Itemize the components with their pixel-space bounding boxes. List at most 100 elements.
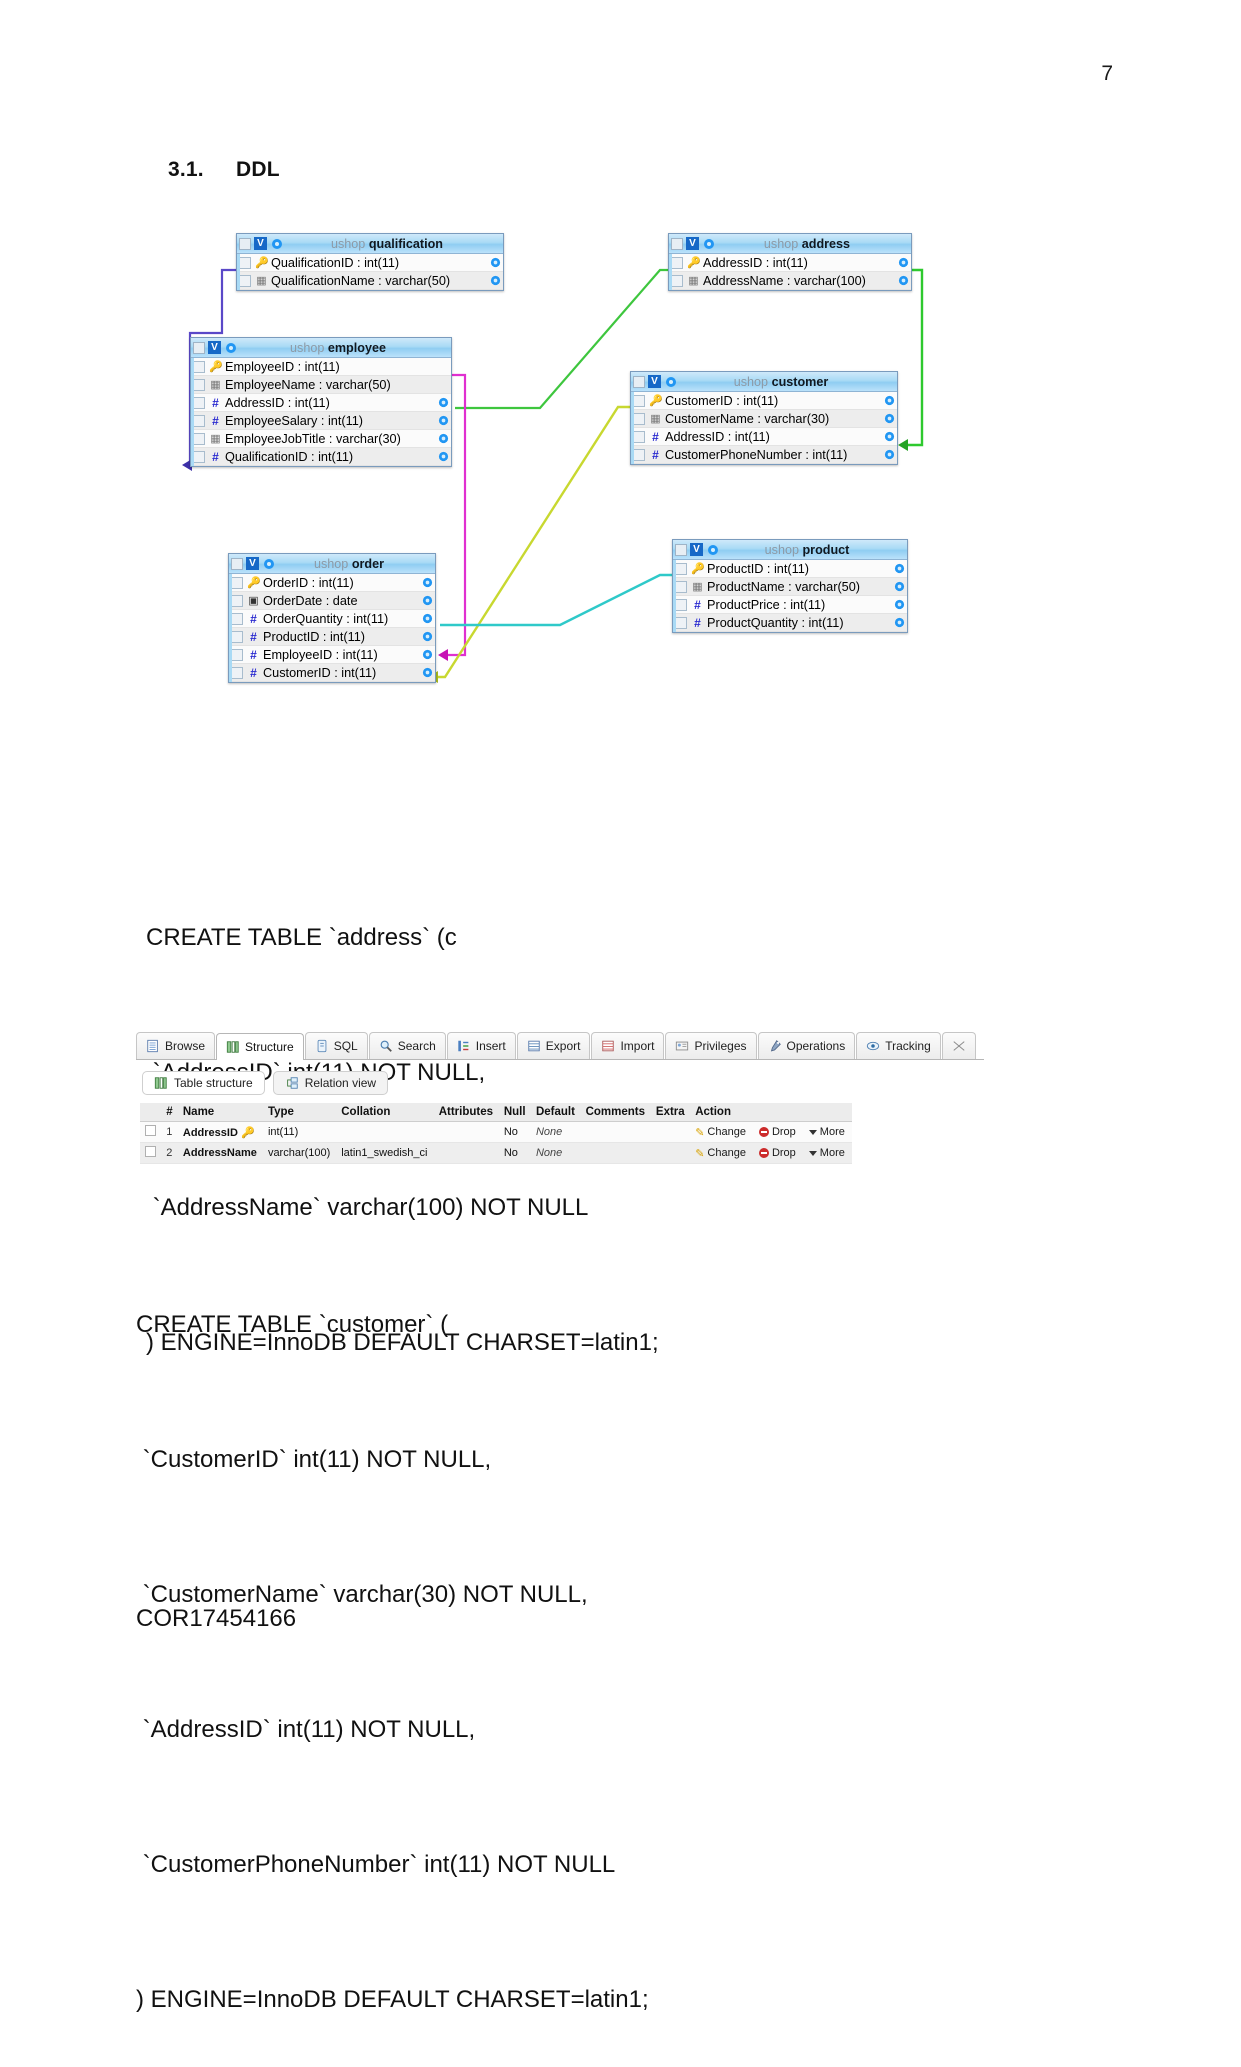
column-checkbox[interactable]	[193, 378, 205, 391]
tab-structure[interactable]: Structure	[216, 1033, 304, 1060]
column-row[interactable]: # AddressID : int(11)	[191, 394, 451, 412]
gear-icon[interactable]	[438, 433, 449, 444]
column-row[interactable]: # QualificationID : int(11)	[191, 448, 451, 466]
drop-action[interactable]: Drop	[758, 1126, 796, 1138]
designer-table-qualification[interactable]: V ushop qualification 🔑 QualificationID …	[236, 233, 504, 291]
gear-icon[interactable]	[884, 431, 895, 442]
column-row[interactable]: # CustomerPhoneNumber : int(11)	[631, 446, 897, 464]
column-checkbox[interactable]	[633, 394, 645, 407]
visibility-toggle-icon[interactable]: V	[690, 543, 703, 556]
tab-operations[interactable]: Operations	[757, 1032, 856, 1059]
column-row[interactable]: ▦ CustomerName : varchar(30)	[631, 410, 897, 428]
gear-icon[interactable]	[703, 238, 715, 250]
column-row[interactable]: 🔑 CustomerID : int(11)	[631, 392, 897, 410]
table-select-checkbox[interactable]	[231, 557, 243, 570]
column-row[interactable]: # OrderQuantity : int(11)	[229, 610, 435, 628]
column-checkbox[interactable]	[633, 430, 645, 443]
designer-table-customer[interactable]: V ushop customer 🔑 CustomerID : int(11) …	[630, 371, 898, 465]
gear-icon[interactable]	[707, 544, 719, 556]
table-header-employee[interactable]: V ushop employee	[191, 338, 451, 358]
column-row[interactable]: ▦ QualificationName : varchar(50)	[237, 272, 503, 290]
visibility-toggle-icon[interactable]: V	[246, 557, 259, 570]
designer-table-address[interactable]: V ushop address 🔑 AddressID : int(11) ▦ …	[668, 233, 912, 291]
gear-icon[interactable]	[438, 415, 449, 426]
gear-icon[interactable]	[438, 451, 449, 462]
change-action[interactable]: ✎ Change	[695, 1126, 746, 1139]
gear-icon[interactable]	[438, 397, 449, 408]
gear-icon[interactable]	[894, 617, 905, 628]
column-checkbox[interactable]	[193, 396, 205, 409]
column-row[interactable]: ▦ AddressName : varchar(100)	[669, 272, 911, 290]
table-select-checkbox[interactable]	[633, 375, 645, 388]
gear-icon[interactable]	[490, 257, 501, 268]
column-checkbox[interactable]	[633, 448, 645, 461]
subtab-relation-view[interactable]: Relation view	[272, 1071, 389, 1095]
tab-insert[interactable]: Insert	[446, 1032, 516, 1059]
gear-icon[interactable]	[422, 613, 433, 624]
gear-icon[interactable]	[271, 238, 283, 250]
gear-icon[interactable]	[263, 558, 275, 570]
column-checkbox[interactable]	[633, 412, 645, 425]
tab-search[interactable]: Search	[368, 1032, 446, 1059]
table-select-checkbox[interactable]	[671, 237, 683, 250]
gear-icon[interactable]	[225, 342, 237, 354]
column-checkbox[interactable]	[239, 256, 251, 269]
designer-table-product[interactable]: V ushop product 🔑 ProductID : int(11) ▦ …	[672, 539, 908, 633]
tab-browse[interactable]: Browse	[136, 1032, 216, 1059]
table-header-address[interactable]: V ushop address	[669, 234, 911, 254]
table-header-order[interactable]: V ushop order	[229, 554, 435, 574]
gear-icon[interactable]	[894, 581, 905, 592]
gear-icon[interactable]	[422, 631, 433, 642]
column-checkbox[interactable]	[231, 666, 243, 679]
column-row[interactable]: 🔑 ProductID : int(11)	[673, 560, 907, 578]
gear-icon[interactable]	[884, 413, 895, 424]
column-row[interactable]: 🔑 QualificationID : int(11)	[237, 254, 503, 272]
row-checkbox[interactable]	[145, 1125, 156, 1136]
gear-icon[interactable]	[898, 275, 909, 286]
tab-privileges[interactable]: Privileges	[665, 1032, 757, 1059]
gear-icon[interactable]	[422, 667, 433, 678]
column-row[interactable]: ▣ OrderDate : date	[229, 592, 435, 610]
column-checkbox[interactable]	[671, 274, 683, 287]
row-select-cell[interactable]	[140, 1142, 162, 1164]
column-checkbox[interactable]	[231, 630, 243, 643]
visibility-toggle-icon[interactable]: V	[648, 375, 661, 388]
table-select-checkbox[interactable]	[193, 341, 205, 354]
table-header-customer[interactable]: V ushop customer	[631, 372, 897, 392]
tab-overflow[interactable]	[941, 1032, 976, 1059]
visibility-toggle-icon[interactable]: V	[686, 237, 699, 250]
column-row[interactable]: # CustomerID : int(11)	[229, 664, 435, 682]
column-row[interactable]: # ProductQuantity : int(11)	[673, 614, 907, 632]
gear-icon[interactable]	[490, 275, 501, 286]
gear-icon[interactable]	[665, 376, 677, 388]
row-checkbox[interactable]	[145, 1146, 156, 1157]
drop-action[interactable]: Drop	[758, 1147, 796, 1159]
gear-icon[interactable]	[898, 257, 909, 268]
tab-sql[interactable]: SQL	[304, 1032, 368, 1059]
column-checkbox[interactable]	[239, 274, 251, 287]
tab-export[interactable]: Export	[516, 1032, 591, 1059]
table-header-qualification[interactable]: V ushop qualification	[237, 234, 503, 254]
gear-icon[interactable]	[422, 649, 433, 660]
gear-icon[interactable]	[422, 595, 433, 606]
column-checkbox[interactable]	[193, 414, 205, 427]
designer-table-employee[interactable]: V ushop employee 🔑 EmployeeID : int(11) …	[190, 337, 452, 467]
column-checkbox[interactable]	[193, 432, 205, 445]
table-row[interactable]: 1 AddressID 🔑 int(11) No None ✎ Change Dr…	[140, 1121, 852, 1143]
column-checkbox[interactable]	[675, 598, 687, 611]
more-action[interactable]: More	[808, 1126, 845, 1138]
column-checkbox[interactable]	[193, 360, 205, 373]
table-row[interactable]: 2 AddressName varchar(100) latin1_swedis…	[140, 1142, 852, 1164]
gear-icon[interactable]	[894, 599, 905, 610]
column-checkbox[interactable]	[231, 594, 243, 607]
column-checkbox[interactable]	[231, 648, 243, 661]
column-checkbox[interactable]	[193, 450, 205, 463]
gear-icon[interactable]	[422, 577, 433, 588]
visibility-toggle-icon[interactable]: V	[254, 237, 267, 250]
column-checkbox[interactable]	[231, 576, 243, 589]
column-row[interactable]: # ProductPrice : int(11)	[673, 596, 907, 614]
column-row[interactable]: 🔑 AddressID : int(11)	[669, 254, 911, 272]
gear-icon[interactable]	[884, 395, 895, 406]
table-header-product[interactable]: V ushop product	[673, 540, 907, 560]
column-row[interactable]: # AddressID : int(11)	[631, 428, 897, 446]
